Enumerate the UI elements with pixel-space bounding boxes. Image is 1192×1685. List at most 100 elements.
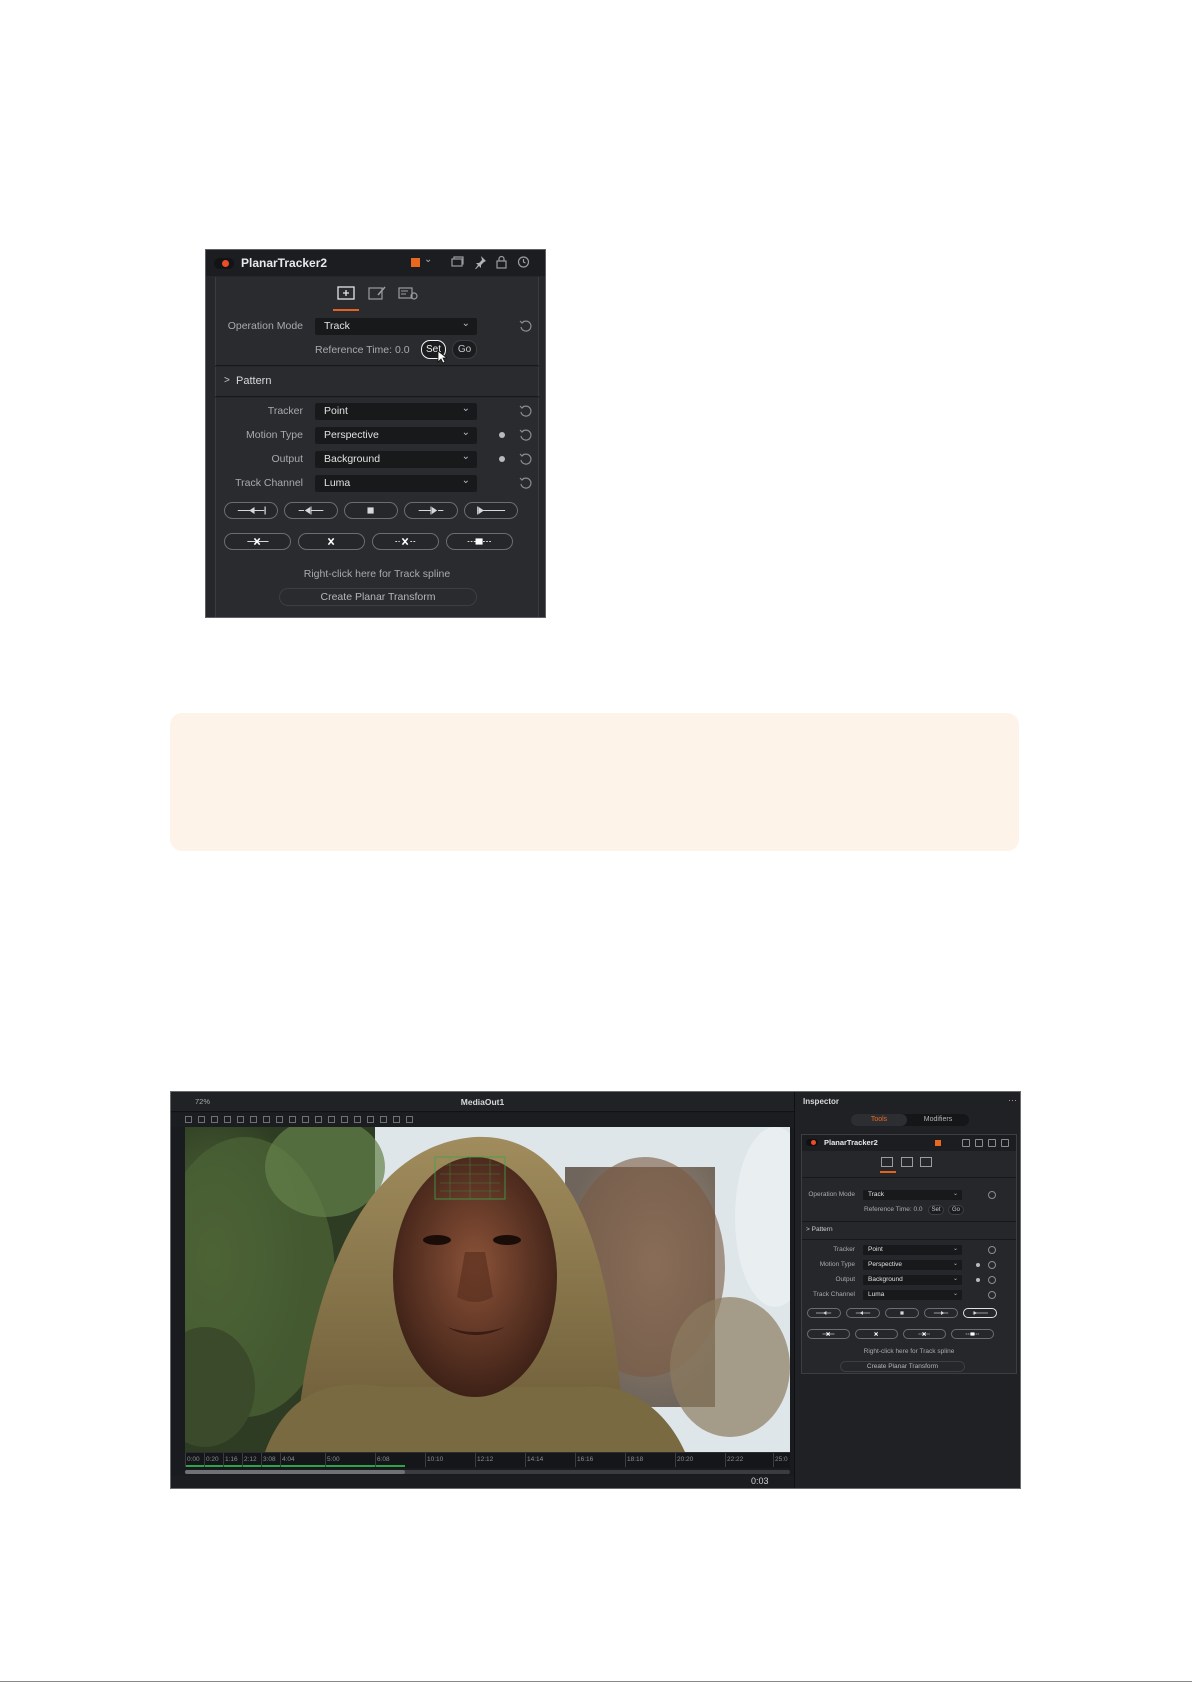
reset-icon[interactable] <box>988 1246 996 1254</box>
output-dropdown[interactable]: Background ⌄ <box>863 1275 962 1285</box>
copy-icon[interactable] <box>962 1139 970 1147</box>
tool-icon[interactable] <box>250 1116 257 1123</box>
pin-icon[interactable] <box>975 1139 983 1147</box>
track-backward-button[interactable] <box>807 1308 841 1318</box>
step-forward-button[interactable] <box>924 1308 958 1318</box>
pattern-label[interactable]: Pattern <box>812 1226 833 1233</box>
tool-icon[interactable] <box>367 1116 374 1123</box>
reset-icon[interactable] <box>519 428 533 442</box>
track-spline-hint[interactable]: Right-click here for Track spline <box>216 568 538 580</box>
step-backward-button[interactable] <box>846 1308 880 1318</box>
tracker-dropdown[interactable]: Point ⌄ <box>863 1245 962 1255</box>
pattern-section[interactable]: > Pattern <box>806 1226 833 1233</box>
tool-icon[interactable] <box>289 1116 296 1123</box>
tool-icon[interactable] <box>393 1116 400 1123</box>
operation-mode-dropdown[interactable]: Track ⌄ <box>863 1190 962 1200</box>
go-button[interactable]: Go <box>948 1205 964 1215</box>
timeline-ruler[interactable]: 0:00 0:20 1:16 2:12 3:08 4:04 5:00 6:08 … <box>185 1452 790 1468</box>
stop-button[interactable] <box>344 502 398 519</box>
tools-tab-icon[interactable] <box>881 1157 893 1167</box>
more-options-icon[interactable]: ··· <box>1008 1095 1017 1105</box>
reset-icon[interactable] <box>988 1261 996 1269</box>
color-swatch-icon[interactable] <box>411 258 420 267</box>
settings-tab-icon[interactable] <box>397 284 421 304</box>
delete-to-start-button[interactable] <box>807 1329 850 1339</box>
reset-icon[interactable] <box>519 452 533 466</box>
delete-button[interactable] <box>855 1329 898 1339</box>
reset-icon[interactable] <box>988 1291 996 1299</box>
track-channel-dropdown[interactable]: Luma ⌄ <box>863 1290 962 1300</box>
node-enable-icon[interactable] <box>806 1139 818 1146</box>
color-swatch-icon[interactable] <box>935 1140 941 1146</box>
tab-modifiers[interactable]: Modifiers <box>909 1114 967 1126</box>
inspector-node-panel: PlanarTracker2 Operation Mode Track ⌄ Re… <box>801 1134 1017 1374</box>
operation-mode-dropdown[interactable]: Track ⌄ <box>315 318 477 335</box>
keyframe-icon[interactable] <box>976 1263 980 1267</box>
tick-mark <box>525 1453 526 1467</box>
node-enable-icon[interactable] <box>214 258 234 269</box>
tool-icon[interactable] <box>185 1116 192 1123</box>
step-forward-button[interactable] <box>404 502 458 519</box>
create-planar-transform-button[interactable]: Create Planar Transform <box>279 588 477 606</box>
tool-icon[interactable] <box>237 1116 244 1123</box>
clear-track-button[interactable] <box>446 533 513 550</box>
keyframe-icon[interactable] <box>499 432 505 438</box>
delete-to-end-button[interactable] <box>372 533 439 550</box>
tool-icon[interactable] <box>302 1116 309 1123</box>
go-button[interactable]: Go <box>452 340 477 359</box>
tool-icon[interactable] <box>211 1116 218 1123</box>
set-button[interactable]: Set <box>928 1205 944 1215</box>
track-forward-button[interactable] <box>464 502 518 519</box>
tool-icon[interactable] <box>224 1116 231 1123</box>
motion-type-dropdown[interactable]: Perspective ⌄ <box>863 1260 962 1270</box>
track-channel-dropdown[interactable]: Luma ⌄ <box>315 475 477 492</box>
reset-icon[interactable] <box>988 1276 996 1284</box>
track-forward-button[interactable] <box>963 1308 997 1318</box>
tools-tab-icon[interactable] <box>333 284 359 311</box>
delete-button[interactable] <box>298 533 365 550</box>
pattern-section[interactable]: > Pattern <box>215 367 539 397</box>
tool-icon[interactable] <box>354 1116 361 1123</box>
copy-icon[interactable] <box>450 255 465 269</box>
lock-icon[interactable] <box>988 1139 996 1147</box>
settings-tab-icon[interactable] <box>920 1157 932 1167</box>
tool-icon[interactable] <box>315 1116 322 1123</box>
tick-mark <box>425 1453 426 1467</box>
create-planar-transform-button[interactable]: Create Planar Transform <box>840 1361 965 1372</box>
keyframe-icon[interactable] <box>499 456 505 462</box>
tool-icon[interactable] <box>380 1116 387 1123</box>
tool-icon[interactable] <box>406 1116 413 1123</box>
delete-to-end-button[interactable] <box>903 1329 946 1339</box>
modifier-tab-icon[interactable] <box>901 1157 913 1167</box>
reset-icon[interactable] <box>519 404 533 418</box>
clear-track-button[interactable] <box>951 1329 994 1339</box>
chevron-down-icon[interactable]: ⌄ <box>424 254 432 265</box>
tool-icon[interactable] <box>328 1116 335 1123</box>
modifier-tab-icon[interactable] <box>366 284 390 304</box>
reset-icon[interactable] <box>988 1191 996 1199</box>
chevron-right-icon[interactable]: > <box>224 375 230 386</box>
timeline-scrubber[interactable] <box>185 1470 790 1474</box>
tool-icon[interactable] <box>276 1116 283 1123</box>
track-backward-button[interactable] <box>224 502 278 519</box>
tool-icon[interactable] <box>263 1116 270 1123</box>
viewer-image[interactable] <box>185 1127 790 1452</box>
reset-icon[interactable] <box>519 319 533 333</box>
tracker-dropdown[interactable]: Point ⌄ <box>315 403 477 420</box>
pattern-label[interactable]: Pattern <box>236 375 271 387</box>
tool-icon[interactable] <box>341 1116 348 1123</box>
motion-type-dropdown[interactable]: Perspective ⌄ <box>315 427 477 444</box>
reset-icon[interactable] <box>1001 1139 1009 1147</box>
tab-tools[interactable]: Tools <box>851 1114 907 1126</box>
delete-to-start-button[interactable] <box>224 533 291 550</box>
keyframe-icon[interactable] <box>976 1278 980 1282</box>
tool-icon[interactable] <box>198 1116 205 1123</box>
lock-icon[interactable] <box>494 255 509 269</box>
pin-icon[interactable] <box>472 255 487 270</box>
reset-icon[interactable] <box>516 255 531 269</box>
track-spline-hint[interactable]: Right-click here for Track spline <box>802 1348 1016 1355</box>
step-backward-button[interactable] <box>284 502 338 519</box>
stop-button[interactable] <box>885 1308 919 1318</box>
reset-icon[interactable] <box>519 476 533 490</box>
output-dropdown[interactable]: Background ⌄ <box>315 451 477 468</box>
